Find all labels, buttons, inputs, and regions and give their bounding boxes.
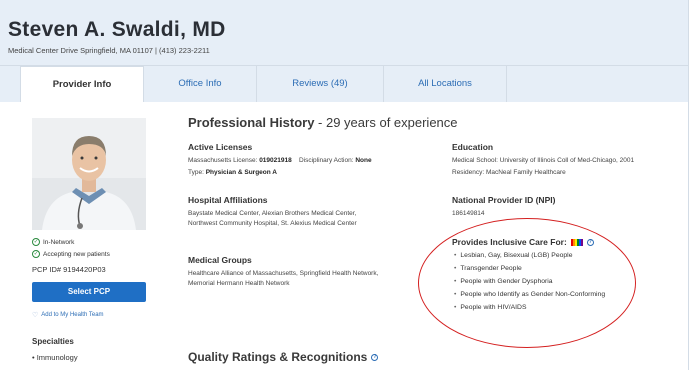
tab-all-locations[interactable]: All Locations bbox=[384, 66, 506, 102]
medical-groups-heading: Medical Groups bbox=[188, 255, 252, 265]
active-licenses-heading: Active Licenses bbox=[188, 142, 253, 152]
check-circle-icon: ✓ bbox=[32, 250, 40, 258]
provider-photo bbox=[32, 118, 146, 230]
medical-school: Medical School: University of Illinois C… bbox=[452, 157, 635, 164]
tab-reviews[interactable]: Reviews (49) bbox=[257, 66, 383, 102]
in-network-label: In-Network bbox=[43, 238, 75, 246]
help-icon[interactable]: ? bbox=[371, 353, 379, 361]
check-circle-icon: ✓ bbox=[32, 238, 40, 246]
tab-bar: Provider Info Office Info Reviews (49) A… bbox=[0, 66, 689, 102]
add-to-health-team-label: Add to My Health Team bbox=[41, 312, 104, 318]
education-heading: Education bbox=[452, 142, 494, 152]
medical-groups: Healthcare Alliance of Massachusetts, Sp… bbox=[188, 270, 379, 287]
quality-ratings-heading: Quality Ratings & Recognitions ? bbox=[188, 350, 379, 364]
professional-history-heading: Professional History - 29 years of exper… bbox=[188, 115, 458, 130]
hospital-affiliations-heading: Hospital Affiliations bbox=[188, 195, 268, 205]
tab-provider-info[interactable]: Provider Info bbox=[20, 66, 144, 102]
provider-header: Steven A. Swaldi, MD Medical Center Driv… bbox=[0, 0, 689, 66]
provider-address: Medical Center Drive Springfield, MA 011… bbox=[8, 46, 210, 55]
residency: Residency: MacNeal Family Healthcare bbox=[452, 169, 566, 176]
heart-icon: ♡ bbox=[32, 312, 39, 319]
accepting-patients-status: ✓ Accepting new patients bbox=[32, 250, 110, 258]
license-line: Massachusetts License: 019021918 Discipl… bbox=[188, 157, 372, 164]
highlight-circle bbox=[418, 218, 636, 348]
tab-divider bbox=[506, 66, 507, 102]
provider-name: Steven A. Swaldi, MD bbox=[8, 18, 226, 41]
license-type: Type: Physician & Surgeon A bbox=[188, 169, 277, 176]
pcp-id: PCP ID# 9194420P03 bbox=[32, 265, 106, 274]
in-network-status: ✓ In-Network bbox=[32, 238, 74, 246]
tab-office-info[interactable]: Office Info bbox=[144, 66, 256, 102]
doctor-portrait-image bbox=[32, 118, 146, 230]
provider-page: Steven A. Swaldi, MD Medical Center Driv… bbox=[0, 0, 689, 370]
npi-value: 186149814 bbox=[452, 210, 485, 217]
select-pcp-button[interactable]: Select PCP bbox=[32, 282, 146, 302]
specialties-heading: Specialties bbox=[32, 337, 74, 346]
npi-heading: National Provider ID (NPI) bbox=[452, 195, 556, 205]
hospital-affiliations: Baystate Medical Center, Alexian Brother… bbox=[188, 210, 357, 227]
add-to-health-team-link[interactable]: ♡ Add to My Health Team bbox=[32, 311, 104, 319]
accepting-patients-label: Accepting new patients bbox=[43, 250, 110, 258]
specialty-item: • Immunology bbox=[32, 353, 78, 362]
